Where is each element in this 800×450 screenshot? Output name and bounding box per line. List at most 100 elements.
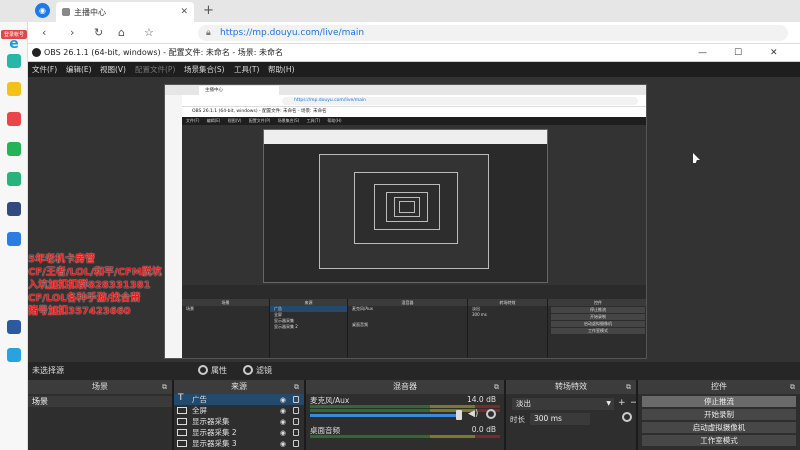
text-icon: T	[178, 393, 184, 403]
gear-icon	[198, 365, 208, 375]
menu-scene-collection[interactable]: 场景集合(S)	[184, 64, 225, 75]
lock-icon[interactable]	[293, 418, 299, 425]
address-text: https://mp.douyu.com/live/main	[220, 28, 365, 38]
obs-docks: 场景 ⧉ 场景 来源 ⧉ T 广告 ◉ 全屏 ◉ 显示器采集 ◉ 显示器采集 2…	[28, 380, 800, 450]
source-item-display-capture-3[interactable]: 显示器采集 3 ◉	[174, 438, 304, 449]
obs-title: OBS 26.1.1 (64-bit, windows) - 配置文件: 未命名…	[44, 48, 284, 57]
close-tab-icon[interactable]: ✕	[180, 7, 188, 17]
duration-input[interactable]: 300 ms	[530, 413, 590, 425]
filters-button[interactable]: 滤镜	[243, 365, 272, 376]
compass-icon[interactable]: ◉	[35, 3, 50, 18]
forward-icon[interactable]: ›	[70, 26, 74, 39]
filter-icon	[243, 365, 253, 375]
source-item-display-capture-2[interactable]: 显示器采集 2 ◉	[174, 427, 304, 438]
lock-icon[interactable]	[293, 396, 299, 403]
source-toolbar: 未选择源 属性 滤镜	[28, 362, 800, 380]
refresh-icon[interactable]: ↻	[94, 26, 103, 39]
studio-mode-button[interactable]: 工作室模式	[642, 435, 796, 446]
source-item-display-capture[interactable]: 显示器采集 ◉	[174, 416, 304, 427]
app-icon-7[interactable]	[7, 232, 21, 246]
lock-icon: 🔒︎	[206, 28, 211, 38]
sources-panel: 来源 ⧉ T 广告 ◉ 全屏 ◉ 显示器采集 ◉ 显示器采集 2 ◉ 显示器采集…	[174, 380, 306, 450]
mail-icon[interactable]	[7, 142, 21, 156]
capture-tab-title: 主播中心	[199, 86, 279, 95]
link-icon[interactable]	[7, 172, 21, 186]
scene-item[interactable]: 场景	[28, 396, 172, 407]
remove-transition-icon[interactable]: −	[630, 398, 636, 408]
tab-title: 主播中心	[74, 7, 106, 17]
channel-db: 0.0 dB	[471, 425, 496, 434]
overlay-ad-text: 5年老机卡房管 CF/王者/LOL/和平/CFM脱坑 入坑加扣扣群8283313…	[28, 254, 162, 317]
capture-tab-bar: 主播中心	[165, 85, 646, 95]
mixer-panel: 混音器 ⧉ 麦克风/Aux 14.0 dB ◀) 桌面音频 0.0 dB	[306, 380, 506, 450]
mixer-channel-mic: 麦克风/Aux 14.0 dB ◀)	[306, 394, 504, 424]
weibo-icon[interactable]	[7, 112, 21, 126]
tab-favicon-icon	[62, 8, 70, 16]
mixer-header: 混音器 ⧉	[306, 380, 504, 394]
capture-nav-bar: https://mp.douyu.com/live/main	[182, 95, 646, 107]
menu-help[interactable]: 帮助(H)	[268, 64, 295, 75]
undock-icon[interactable]: ⧉	[790, 380, 795, 394]
volume-meter	[310, 405, 500, 408]
app-icon-9[interactable]	[7, 348, 21, 362]
menu-file[interactable]: 文件(F)	[32, 64, 57, 75]
app-icon-6[interactable]	[7, 202, 21, 216]
capture-side-dock	[165, 95, 182, 358]
menu-edit[interactable]: 编辑(E)	[66, 64, 92, 75]
lock-icon[interactable]	[293, 407, 299, 414]
speaker-icon[interactable]: ◀)	[468, 409, 478, 419]
monitor-icon	[177, 429, 187, 436]
capture-obs-menu: 文件(F) 编辑(E) 视图(V) 配置文件(P) 场景集合(S) 工具(T) …	[182, 117, 646, 125]
undock-icon[interactable]: ⧉	[626, 380, 631, 394]
lock-icon[interactable]	[293, 440, 299, 447]
add-transition-icon[interactable]: +	[618, 398, 626, 408]
browser-nav-bar: ‹ › ↻ ⌂ ☆ 🔒︎ https://mp.douyu.com/live/m…	[28, 22, 800, 44]
new-tab-icon[interactable]: +	[203, 3, 214, 18]
start-virtual-camera-button[interactable]: 启动虚拟摄像机	[642, 422, 796, 433]
gear-icon[interactable]	[486, 409, 496, 419]
obs-menu-bar: 文件(F) 编辑(E) 视图(V) 配置文件(P) 场景集合(S) 工具(T) …	[28, 62, 800, 77]
menu-view[interactable]: 视图(V)	[100, 64, 126, 75]
star-app-icon[interactable]	[7, 82, 21, 96]
capture-recursive-view	[263, 129, 548, 283]
browser-tab[interactable]: 主播中心 ✕	[56, 2, 194, 22]
transitions-panel: 转场特效 ⧉ 淡出 ▼ + − 时长 300 ms	[506, 380, 638, 450]
volume-meter	[310, 435, 500, 438]
eye-icon[interactable]: ◉	[280, 439, 286, 450]
lock-icon[interactable]	[293, 429, 299, 436]
monitor-icon	[177, 407, 187, 414]
menu-tools[interactable]: 工具(T)	[234, 64, 259, 75]
controls-panel: 控件 ⧉ 停止推流 开始录制 启动虚拟摄像机 工作室模式	[638, 380, 800, 450]
star-icon[interactable]: ☆	[144, 26, 154, 39]
undock-icon[interactable]: ⧉	[494, 380, 499, 394]
maximize-icon[interactable]: ☐	[734, 44, 742, 62]
scenes-header: 场景 ⧉	[28, 380, 172, 394]
volume-slider-handle[interactable]	[456, 410, 462, 420]
transition-select[interactable]: 淡出 ▼	[512, 398, 614, 410]
preview-capture: 主播中心 https://mp.douyu.com/live/main OBS …	[164, 84, 647, 359]
transitions-header: 转场特效 ⧉	[506, 380, 636, 394]
controls-header: 控件 ⧉	[638, 380, 800, 394]
capture-docks: 场景 场景 来源 广告 全屏 显示器采集 显示器采集 2 混音器 麦克风/Aux…	[182, 299, 646, 358]
properties-button[interactable]: 属性	[198, 365, 227, 376]
app-icon-1[interactable]	[7, 54, 21, 68]
source-item-fullscreen[interactable]: 全屏 ◉	[174, 405, 304, 416]
undock-icon[interactable]: ⧉	[294, 380, 299, 394]
channel-db: 14.0 dB	[467, 395, 496, 404]
app-icon-8[interactable]	[7, 320, 21, 334]
menu-profile[interactable]: 配置文件(P)	[135, 64, 175, 75]
address-bar[interactable]: 🔒︎ https://mp.douyu.com/live/main	[198, 25, 788, 41]
minimize-icon[interactable]: —	[698, 44, 707, 62]
volume-slider[interactable]	[310, 414, 460, 417]
close-window-icon[interactable]: ✕	[770, 44, 778, 62]
monitor-icon	[177, 418, 187, 425]
undock-icon[interactable]: ⧉	[162, 380, 167, 394]
back-icon[interactable]: ‹	[42, 26, 46, 39]
login-badge[interactable]: 登录帐号	[1, 30, 27, 39]
scenes-panel: 场景 ⧉ 场景	[28, 380, 174, 450]
source-item-ad[interactable]: T 广告 ◉	[174, 393, 304, 405]
home-icon[interactable]: ⌂	[118, 26, 125, 39]
start-recording-button[interactable]: 开始录制	[642, 409, 796, 420]
gear-icon[interactable]	[622, 412, 632, 422]
stop-streaming-button[interactable]: 停止推流	[642, 396, 796, 407]
